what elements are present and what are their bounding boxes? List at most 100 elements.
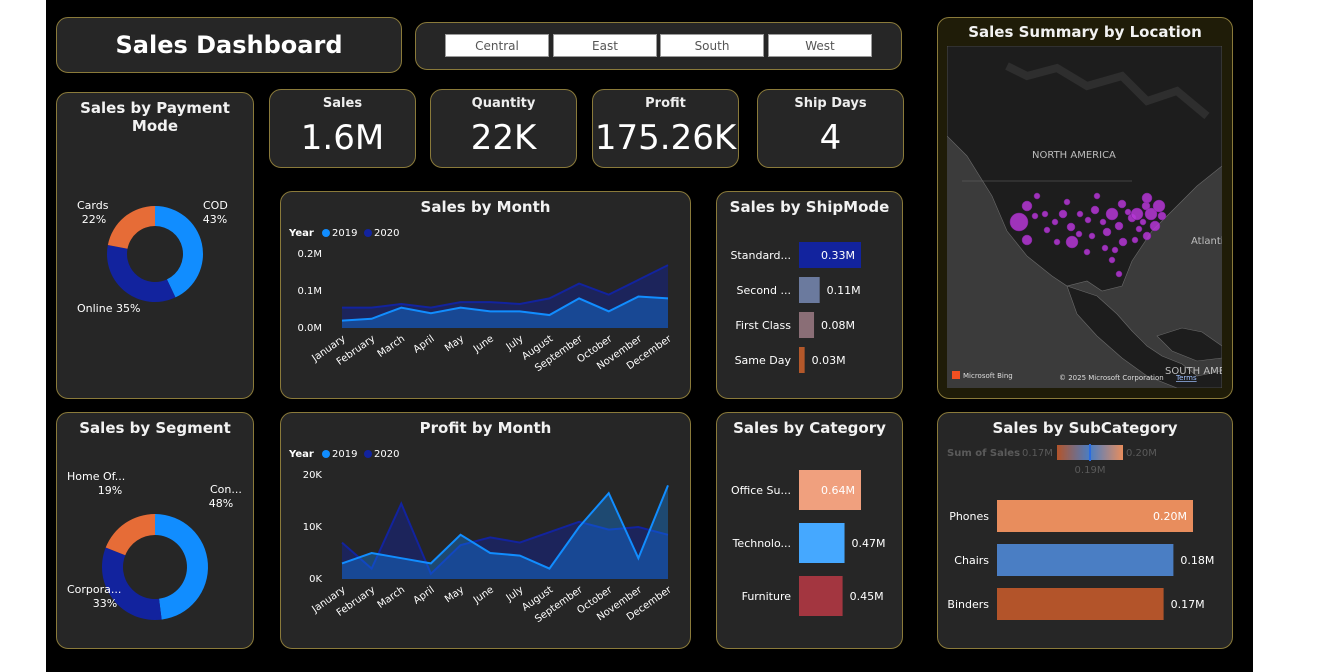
category-card: Sales by Category Office Su... 0.64M Techn… <box>716 412 903 649</box>
chart-title: Sales by Category <box>733 419 886 437</box>
map-copyright: © 2025 Microsoft Corporation <box>1059 374 1164 382</box>
kpi-card-ship-days: Ship Days 4 <box>757 89 904 168</box>
map-bubble <box>1033 192 1041 200</box>
subcategory-card: Sales by SubCategory Phones 0.20M Chairs 0.… <box>937 412 1233 649</box>
map-bubble <box>1043 226 1051 234</box>
map-bubble <box>1090 205 1100 215</box>
legend-title: Year <box>288 228 314 239</box>
y-tick-label: 20K <box>303 470 323 481</box>
chart-title: Sales by Month <box>420 198 551 216</box>
map-bubble <box>1131 236 1139 244</box>
map-bubble <box>1108 256 1116 264</box>
map-bubble <box>1102 227 1112 237</box>
x-tick-label: May <box>443 333 466 354</box>
map-brand: Microsoft Bing <box>963 372 1013 380</box>
kpi-value: 175.26K <box>594 118 737 158</box>
map-bubble <box>1130 207 1144 221</box>
bar <box>997 588 1164 620</box>
title-card: Sales Dashboard <box>56 17 402 73</box>
location-map[interactable]: NORTH AMERICA Atlanti SOUTH AME Microsof… <box>947 46 1222 388</box>
data-label: 0.33M <box>821 249 855 262</box>
bar <box>799 347 805 373</box>
x-tick-label: March <box>376 584 407 610</box>
map-bubble <box>1099 218 1107 226</box>
map-bubble <box>1139 218 1147 226</box>
donut-slice <box>107 245 176 302</box>
data-label: 0.45M <box>850 590 884 603</box>
x-tick-label: April <box>412 584 437 606</box>
kpi-label: Sales <box>322 96 363 111</box>
sales-by-month-chart: Year 2019 20200.0M0.1M0.2MJanuaryFebruaryM… <box>288 228 674 374</box>
x-tick-label: March <box>376 333 407 359</box>
map-bubble <box>1118 237 1128 247</box>
map-bubble <box>1114 221 1124 231</box>
map-bubble <box>1149 220 1161 232</box>
map-bubble <box>1111 246 1119 254</box>
donut-value: 48% <box>209 497 233 510</box>
donut-value: 33% <box>93 597 117 610</box>
category-label: Second ... <box>737 284 791 297</box>
map-bubble <box>1093 192 1101 200</box>
x-tick-label: May <box>443 584 466 605</box>
profit-by-month-card: Profit by Month Year 2019 2020 0K 10K 20K Janu… <box>280 412 691 649</box>
shipmode-chart: Standard... 0.33M Second ... 0.11M First Cla… <box>730 242 861 373</box>
map-bubble <box>1076 210 1084 218</box>
y-tick-label: 0K <box>309 574 322 585</box>
map-drawing: NORTH AMERICA Atlanti SOUTH AME Microsof… <box>947 46 1222 388</box>
category-chart: Office Su... 0.64M Technolo... 0.47M Furnitu… <box>731 470 886 616</box>
donut-label: Corpora... <box>67 583 121 596</box>
legend-max: 0.20M <box>1126 448 1157 459</box>
kpi-card-sales: Sales 1.6M <box>269 89 416 168</box>
donut-slice <box>105 514 155 556</box>
donut-slice <box>155 514 209 620</box>
slicer-option-south[interactable]: South <box>660 34 764 57</box>
slicer-option-central[interactable]: Central <box>445 34 549 57</box>
bing-logo-icon <box>952 371 960 379</box>
legend-title: Sum of Sales <box>947 448 1020 459</box>
map-bubble <box>1031 212 1039 220</box>
payment-mode-card: Sales by Payment Mode COD 43% Online 35% Ca… <box>56 92 254 399</box>
map-title: Sales Summary by Location <box>968 23 1202 41</box>
x-tick-label: July <box>504 333 526 353</box>
map-terms-link[interactable]: Terms <box>1175 374 1197 382</box>
data-label: 0.08M <box>821 319 855 332</box>
page-title: Sales Dashboard <box>115 31 343 59</box>
map-bubble <box>1051 218 1059 226</box>
bar <box>799 523 845 563</box>
legend-marker <box>322 450 330 458</box>
kpi-label: Profit <box>645 96 686 111</box>
map-bubble <box>1058 209 1068 219</box>
kpi-label: Quantity <box>471 96 536 111</box>
bar <box>799 312 815 338</box>
category-label: Office Su... <box>731 484 791 497</box>
data-label: 0.47M <box>852 537 886 550</box>
map-bubble <box>1135 225 1143 233</box>
legend-mid: 0.19M <box>1075 465 1106 476</box>
map-label-atlantic: Atlanti <box>1191 236 1222 247</box>
map-bubble <box>1117 199 1127 209</box>
bar <box>997 544 1174 576</box>
subcategory-chart: Phones 0.20MChairs 0.18MBinders 0.17MSum of… <box>947 444 1214 620</box>
slicer-option-east[interactable]: East <box>553 34 657 57</box>
donut-label: COD <box>203 199 228 212</box>
map-bubble <box>1021 234 1033 246</box>
kpi-value: 1.6M <box>300 118 385 158</box>
chart-title: Sales by Segment <box>79 419 231 437</box>
slicer-option-west[interactable]: West <box>768 34 872 57</box>
map-bubble <box>1152 199 1166 213</box>
x-tick-label: July <box>504 584 526 604</box>
category-label: Binders <box>947 598 989 611</box>
legend-title: Year <box>288 449 314 460</box>
map-bubble <box>1065 235 1079 249</box>
x-tick-label: June <box>471 584 496 606</box>
legend-label: 2019 <box>332 228 357 239</box>
x-tick-label: June <box>471 333 496 355</box>
shipmode-card: Sales by ShipMode Standard... 0.33M Second… <box>716 191 903 399</box>
y-tick-label: 10K <box>303 522 323 533</box>
donut-label: Online 35% <box>77 302 140 315</box>
location-map-card: Sales Summary by Location NORTH AMERICA … <box>937 17 1233 399</box>
kpi-card-quantity: Quantity 22K <box>430 89 577 168</box>
map-bubble <box>1009 212 1029 232</box>
legend-label: 2020 <box>374 449 399 460</box>
bar <box>799 277 820 303</box>
